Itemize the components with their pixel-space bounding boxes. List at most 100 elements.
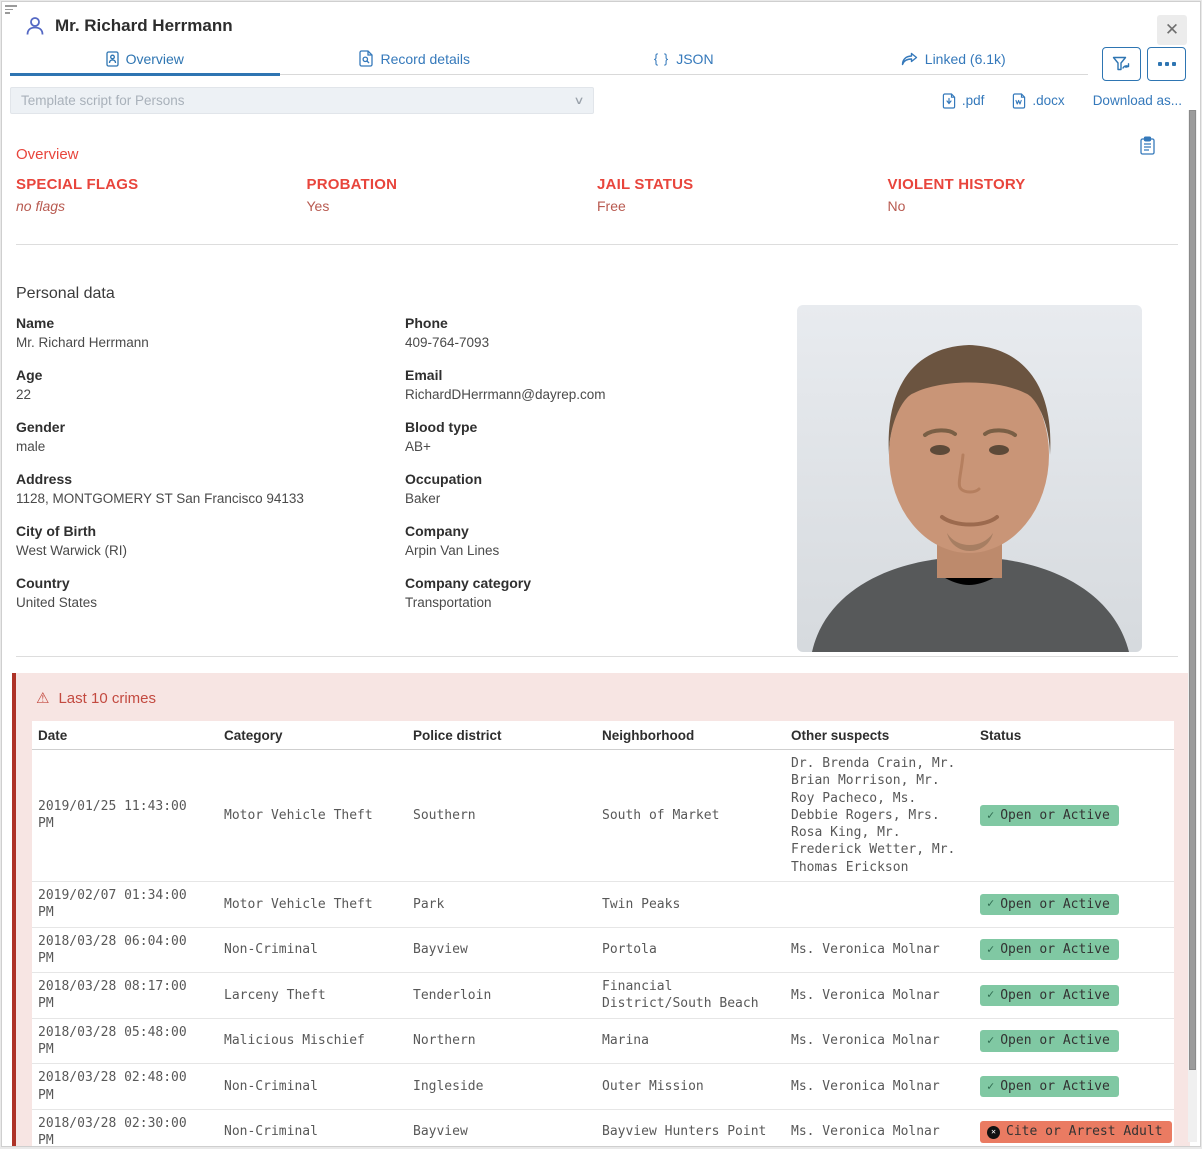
download-as-link[interactable]: Download as... xyxy=(1093,93,1182,108)
download-docx-link[interactable]: .docx xyxy=(1012,93,1064,109)
docx-icon xyxy=(1012,93,1027,109)
overview-section-title: Overview xyxy=(16,146,1178,163)
flag-label: SPECIAL FLAGS xyxy=(16,176,307,193)
crime-neighborhood-cell: Outer Mission xyxy=(596,1064,785,1110)
status-badge: ✓ Open or Active xyxy=(980,939,1119,960)
json-braces-icon: { } xyxy=(654,51,669,66)
tab-record-details[interactable]: Record details xyxy=(280,43,550,74)
crime-status-cell: ✓ Open or Active xyxy=(974,881,1174,927)
crime-category-cell: Malicious Mischief xyxy=(218,1018,407,1064)
field-value: Mr. Richard Herrmann xyxy=(16,335,405,350)
field-value: male xyxy=(16,439,405,454)
status-badge: ✕ Cite or Arrest Adult xyxy=(980,1121,1172,1142)
crime-date-cell: 2018/03/28 05:48:00 PM xyxy=(32,1018,218,1064)
personal-field: City of Birth West Warwick (RI) xyxy=(16,523,405,558)
field-value: 22 xyxy=(16,387,405,402)
crimes-table-header-row: DateCategoryPolice districtNeighborhoodO… xyxy=(32,721,1174,750)
flag-value: No xyxy=(888,198,1179,214)
flag-label: VIOLENT HISTORY xyxy=(888,176,1179,193)
crime-district-cell: Bayview xyxy=(407,927,596,973)
vertical-scrollbar[interactable] xyxy=(1188,110,1197,1142)
field-label: Age xyxy=(16,367,405,383)
crime-table-row: 2018/03/28 08:17:00 PM Larceny Theft Ten… xyxy=(32,973,1174,1019)
flag-column: VIOLENT HISTORY No xyxy=(888,176,1179,214)
page-title: Mr. Richard Herrmann xyxy=(55,16,233,36)
resize-grip-icon[interactable] xyxy=(5,5,21,17)
status-icon: ✓ xyxy=(987,1079,994,1095)
flag-value: Free xyxy=(597,198,888,214)
crimes-column-header: Police district xyxy=(407,721,596,750)
status-badge: ✓ Open or Active xyxy=(980,1030,1119,1051)
modal-header: Mr. Richard Herrmann ✕ xyxy=(2,2,1200,41)
field-value: 409-764-7093 xyxy=(405,335,794,350)
field-value: West Warwick (RI) xyxy=(16,543,405,558)
flag-label: PROBATION xyxy=(307,176,598,193)
personal-data-title: Personal data xyxy=(16,285,1178,303)
linked-share-icon xyxy=(901,52,918,66)
crime-district-cell: Southern xyxy=(407,750,596,882)
field-label: Occupation xyxy=(405,471,794,487)
personal-field: Email RichardDHerrmann@dayrep.com xyxy=(405,367,794,402)
crime-status-cell: ✓ Open or Active xyxy=(974,1018,1174,1064)
field-value: 1128, MONTGOMERY ST San Francisco 94133 xyxy=(16,491,405,506)
tab-overview[interactable]: Overview xyxy=(10,43,280,74)
docx-label: .docx xyxy=(1032,93,1064,108)
crime-status-cell: ✓ Open or Active xyxy=(974,750,1174,882)
special-flags-grid: SPECIAL FLAGS no flags PROBATION Yes JAI… xyxy=(16,176,1178,214)
person-icon xyxy=(24,15,46,37)
last-crimes-label: Last 10 crimes xyxy=(58,690,156,707)
crime-suspects-cell xyxy=(785,881,974,927)
field-value: Arpin Van Lines xyxy=(405,543,794,558)
clipboard-copy-icon[interactable] xyxy=(1139,136,1156,158)
crime-district-cell: Park xyxy=(407,881,596,927)
crime-category-cell: Larceny Theft xyxy=(218,973,407,1019)
crime-table-row: 2019/01/25 11:43:00 PM Motor Vehicle The… xyxy=(32,750,1174,882)
crime-table-row: 2018/03/28 06:04:00 PM Non-Criminal Bayv… xyxy=(32,927,1174,973)
crime-district-cell: Ingleside xyxy=(407,1064,596,1110)
scrollbar-thumb[interactable] xyxy=(1189,110,1196,1070)
crime-table-row: 2018/03/28 02:30:00 PM Non-Criminal Bayv… xyxy=(32,1109,1174,1147)
status-icon: ✓ xyxy=(987,808,994,824)
chevron-down-icon: ∨ xyxy=(573,94,584,107)
status-label: Open or Active xyxy=(1000,807,1110,824)
crime-neighborhood-cell: Marina xyxy=(596,1018,785,1064)
crime-suspects-cell: Ms. Veronica Molnar xyxy=(785,973,974,1019)
crime-district-cell: Bayview xyxy=(407,1109,596,1147)
tab-json[interactable]: { } JSON xyxy=(549,43,819,74)
tab-label: Linked (6.1k) xyxy=(925,51,1006,67)
filter-export-button[interactable] xyxy=(1102,47,1141,81)
field-label: Address xyxy=(16,471,405,487)
field-label: Blood type xyxy=(405,419,794,435)
template-script-select[interactable]: Template script for Persons ∨ xyxy=(10,87,594,114)
download-pdf-link[interactable]: .pdf xyxy=(942,93,985,109)
tab-label: Overview xyxy=(126,51,184,67)
personal-field: Address 1128, MONTGOMERY ST San Francisc… xyxy=(16,471,405,506)
personal-field: Gender male xyxy=(16,419,405,454)
field-value: Transportation xyxy=(405,595,794,610)
field-label: City of Birth xyxy=(16,523,405,539)
status-label: Open or Active xyxy=(1000,987,1110,1004)
personal-field: Occupation Baker xyxy=(405,471,794,506)
status-icon: ✓ xyxy=(987,987,994,1003)
crime-suspects-cell: Ms. Veronica Molnar xyxy=(785,1064,974,1110)
crime-date-cell: 2018/03/28 08:17:00 PM xyxy=(32,973,218,1019)
crime-status-cell: ✓ Open or Active xyxy=(974,973,1174,1019)
flag-value: no flags xyxy=(16,198,307,214)
crime-category-cell: Non-Criminal xyxy=(218,1064,407,1110)
filter-icon xyxy=(1112,56,1132,73)
close-icon[interactable]: ✕ xyxy=(1157,15,1187,45)
crime-date-cell: 2018/03/28 06:04:00 PM xyxy=(32,927,218,973)
crime-district-cell: Tenderloin xyxy=(407,973,596,1019)
pdf-label: .pdf xyxy=(962,93,985,108)
crime-category-cell: Non-Criminal xyxy=(218,1109,407,1147)
personal-field: Company category Transportation xyxy=(405,575,794,610)
download-links: .pdf .docx Download as... xyxy=(620,93,1186,109)
more-options-button[interactable] xyxy=(1147,47,1186,81)
field-label: Gender xyxy=(16,419,405,435)
crimes-table: DateCategoryPolice districtNeighborhoodO… xyxy=(32,721,1174,1147)
flag-value: Yes xyxy=(307,198,598,214)
flag-column: PROBATION Yes xyxy=(307,176,598,214)
tab-linked[interactable]: Linked (6.1k) xyxy=(819,43,1089,74)
crime-suspects-cell: Ms. Veronica Molnar xyxy=(785,927,974,973)
crime-status-cell: ✕ Cite or Arrest Adult xyxy=(974,1109,1174,1147)
